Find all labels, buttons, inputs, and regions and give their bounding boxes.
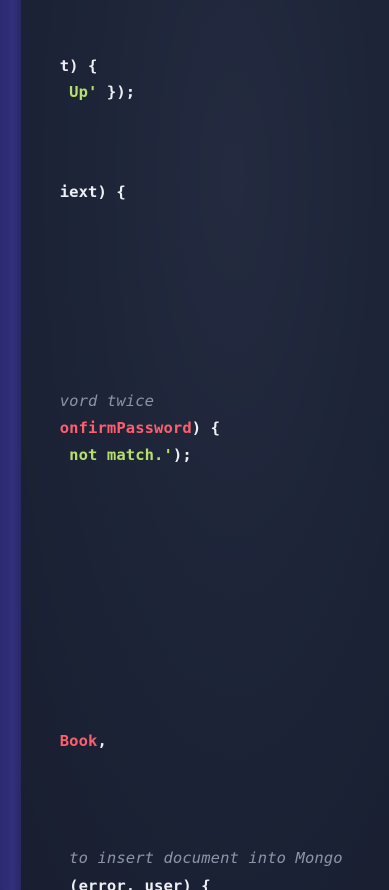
code-token: not match.': [59, 446, 173, 464]
code-token: iext) {: [59, 183, 126, 201]
code-token: (error, user) {: [59, 877, 211, 890]
code-token: );: [172, 446, 192, 464]
code-token: });: [97, 83, 136, 101]
monitor-bezel: [0, 0, 21, 890]
code-line: Up' });: [22, 62, 135, 122]
code-token: ,: [97, 732, 107, 750]
code-line: iext) {: [22, 162, 126, 222]
code-token: Up': [59, 83, 98, 101]
code-line: Book,: [22, 711, 107, 771]
code-token: ) {: [191, 419, 221, 437]
code-token: Book: [59, 732, 98, 750]
code-line: (error, user) {: [22, 856, 211, 890]
photo-of-code-screen: t) { Up' }); iext) { vord twice onfirmPa…: [0, 0, 389, 890]
code-line: not match.');: [22, 425, 192, 485]
